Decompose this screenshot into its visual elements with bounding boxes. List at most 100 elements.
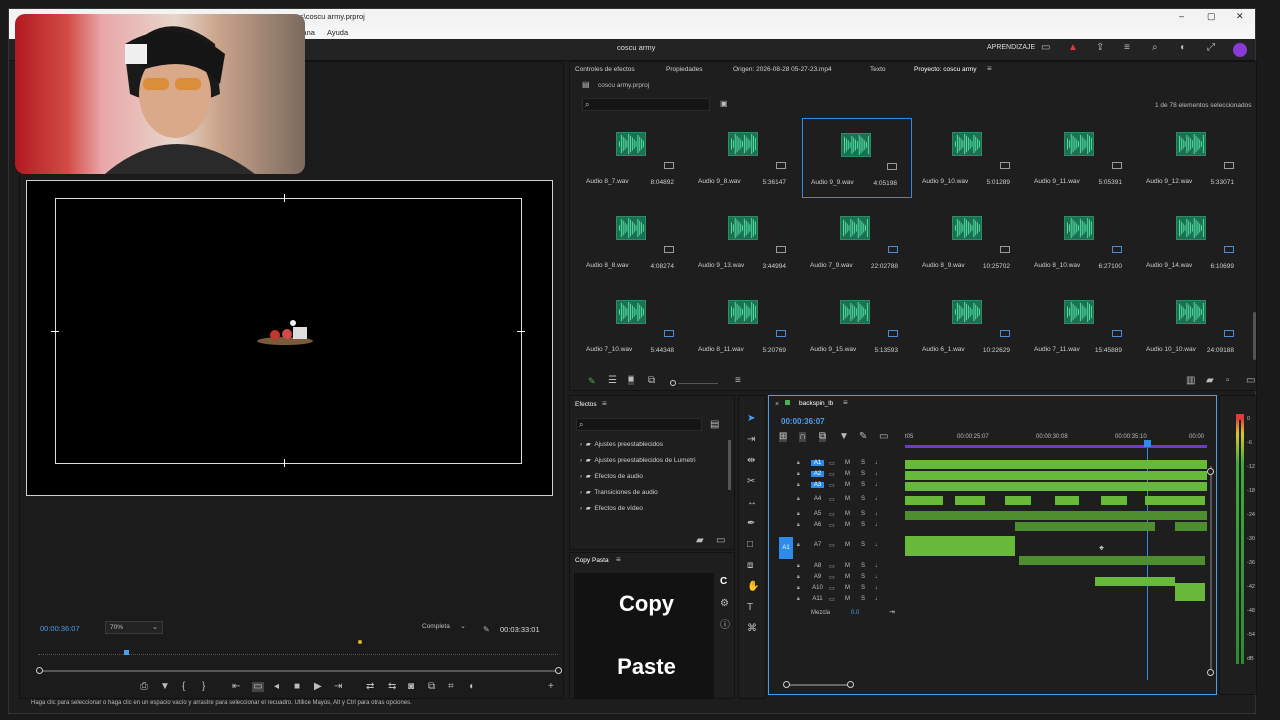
voiceover-icon[interactable]: ♩ (875, 574, 881, 580)
overwrite-icon[interactable]: ⇆ (388, 682, 396, 692)
voiceover-icon[interactable]: ♩ (875, 482, 881, 488)
mute-button[interactable]: M (845, 522, 850, 528)
project-item[interactable]: Audio 10_10.wav 24:09188 (1138, 286, 1248, 366)
playhead-head[interactable] (1144, 440, 1151, 447)
mark-out-icon[interactable]: } (202, 682, 205, 692)
folder-video-effects[interactable]: › ▰ Efectos de vídeo (580, 504, 643, 512)
type-tool-icon[interactable]: T (747, 603, 753, 613)
work-area-bar[interactable] (905, 445, 1207, 448)
panel-menu-icon[interactable]: ≡ (987, 64, 992, 74)
project-item[interactable]: Audio 9_12.wav 5:33071 (1138, 118, 1248, 198)
track-label[interactable]: A9 (811, 574, 824, 580)
voiceover-icon[interactable]: ♩ (875, 522, 881, 528)
effects-search-input[interactable]: ⌕ (576, 418, 702, 431)
mute-button[interactable]: M (845, 574, 850, 580)
sync-lock-icon[interactable]: ▭ (829, 471, 835, 478)
voiceover-icon[interactable]: ♩ (875, 596, 881, 602)
project-item[interactable]: Audio 8_9.wav 10:25702 (914, 202, 1024, 282)
project-item[interactable]: Audio 9_13.wav 3:44994 (690, 202, 800, 282)
audio-icon[interactable]: ◖ (468, 682, 474, 692)
audio-clip[interactable] (1015, 522, 1155, 531)
zoom-select[interactable]: 70% ⌄ (105, 621, 163, 634)
audio-clip[interactable] (905, 460, 1207, 469)
audio-clip[interactable] (905, 536, 1015, 556)
sync-lock-icon[interactable]: ▭ (829, 482, 835, 489)
folder-audio-effects[interactable]: › ▰ Efectos de audio (580, 472, 643, 480)
menu-item-ayuda[interactable]: Ayuda (327, 28, 348, 37)
vscroll-bottom[interactable] (1207, 669, 1214, 676)
camera-icon[interactable]: ◙ (408, 682, 414, 692)
audio-clip[interactable] (1175, 522, 1207, 531)
source-patch-a1[interactable]: A1 (779, 537, 793, 559)
tab-project[interactable]: Proyecto: coscu army (914, 66, 977, 73)
new-item-icon[interactable]: ▫ (1226, 376, 1230, 386)
project-item[interactable]: Audio 7_10.wav 5:44348 (578, 286, 688, 366)
timeline-hscroll[interactable] (787, 684, 851, 686)
go-to-out-icon[interactable]: ⇥ (334, 682, 342, 692)
track-label[interactable]: A6 (811, 522, 824, 528)
project-search-input[interactable]: ⌕ (582, 98, 710, 111)
track-label[interactable]: A4 (811, 496, 824, 502)
rectangle-icon[interactable]: □ (747, 540, 753, 550)
audio-clip[interactable] (1095, 577, 1175, 586)
mute-button[interactable]: M (845, 585, 850, 591)
vscroll-top[interactable] (1207, 468, 1214, 475)
audio-clip[interactable] (905, 482, 1207, 491)
audio-clip[interactable] (1145, 496, 1205, 505)
folder-lumetri[interactable]: › ▰ Ajustes preestablecidos de Lumetri (580, 456, 696, 464)
audio-clip[interactable] (905, 496, 943, 505)
solo-button[interactable]: S (861, 585, 865, 591)
stop-icon[interactable]: ■ (294, 682, 300, 692)
extract-icon[interactable]: ⎙ (140, 682, 148, 692)
solo-button[interactable]: S (861, 460, 865, 466)
solo-button[interactable]: S (861, 596, 865, 602)
project-item[interactable]: Audio 9_9.wav 4:05198 (802, 118, 912, 198)
project-item[interactable]: Audio 9_14.wav 6:10699 (1138, 202, 1248, 282)
project-item[interactable]: Audio 9_11.wav 5:05391 (1026, 118, 1136, 198)
mute-button[interactable]: M (845, 482, 850, 488)
tab-effect-controls[interactable]: Controles de efectos (575, 66, 635, 73)
mute-button[interactable]: M (845, 471, 850, 477)
project-item[interactable]: Audio 8_11.wav 5:20769 (690, 286, 800, 366)
wrench-icon[interactable]: ✎ (483, 625, 490, 635)
hand-icon[interactable]: ✋ (747, 582, 759, 592)
new-folder-icon[interactable]: ▰ (696, 536, 704, 546)
lock-icon[interactable]: 🔒︎ (797, 496, 800, 502)
track-header-a3[interactable]: 🔒︎ A3 ▭ M S ♩ (769, 482, 899, 492)
timeline-ruler[interactable]: t05 00:00:25:07 00:00:30:08 00:00:35:10 … (905, 428, 1207, 450)
track-header-a11[interactable]: 🔒︎ A11 ▭ M S ♩ (769, 596, 899, 606)
voiceover-icon[interactable]: ♩ (875, 585, 881, 591)
close-icon[interactable]: × (775, 400, 779, 410)
project-scrollbar[interactable] (1253, 312, 1256, 360)
sync-lock-icon[interactable]: ▭ (829, 585, 835, 592)
minimize-button[interactable]: – (1179, 11, 1184, 21)
share-icon[interactable]: ⇪ (1096, 43, 1104, 53)
panel-menu-icon[interactable]: ≡ (843, 398, 848, 408)
voiceover-icon[interactable]: ♩ (875, 471, 881, 477)
lock-icon[interactable]: 🔒︎ (797, 574, 800, 580)
program-timecode[interactable]: 00:00:36:07 (40, 624, 80, 633)
track-label[interactable]: A3 (811, 482, 824, 488)
audio-clip[interactable] (1175, 583, 1205, 592)
effects-scrollbar[interactable] (728, 440, 731, 490)
lock-icon[interactable]: 🔒︎ (797, 511, 800, 517)
tab-properties[interactable]: Propiedades (666, 66, 703, 73)
c-logo-icon[interactable]: C (720, 577, 727, 587)
track-header-a6[interactable]: 🔒︎ A6 ▭ M S ♩ (769, 522, 899, 532)
track-header-a5[interactable]: 🔒︎ A5 ▭ M S ♩ (769, 511, 899, 521)
sync-lock-icon[interactable]: ▭ (829, 496, 835, 503)
pen-icon[interactable]: ✒ (747, 519, 755, 529)
mute-button[interactable]: M (845, 563, 850, 569)
ripple-edit-icon[interactable]: ⇹ (747, 456, 755, 466)
project-item[interactable]: Audio 8_7.wav 8:04892 (578, 118, 688, 198)
freeform-view-icon[interactable]: ⧉ (648, 376, 655, 386)
sync-lock-icon[interactable]: ▭ (829, 542, 835, 549)
track-label[interactable]: A2 (811, 471, 824, 477)
alert-icon[interactable]: ▲ (1068, 43, 1078, 53)
project-item[interactable]: Audio 9_15.wav 5:13593 (802, 286, 912, 366)
workspace-icon[interactable]: ▭ (1041, 43, 1050, 53)
lift-icon[interactable]: ⇄ (366, 682, 374, 692)
tab-text[interactable]: Texto (870, 66, 886, 73)
avatar[interactable] (1233, 43, 1247, 57)
time-ruler[interactable] (38, 647, 558, 655)
